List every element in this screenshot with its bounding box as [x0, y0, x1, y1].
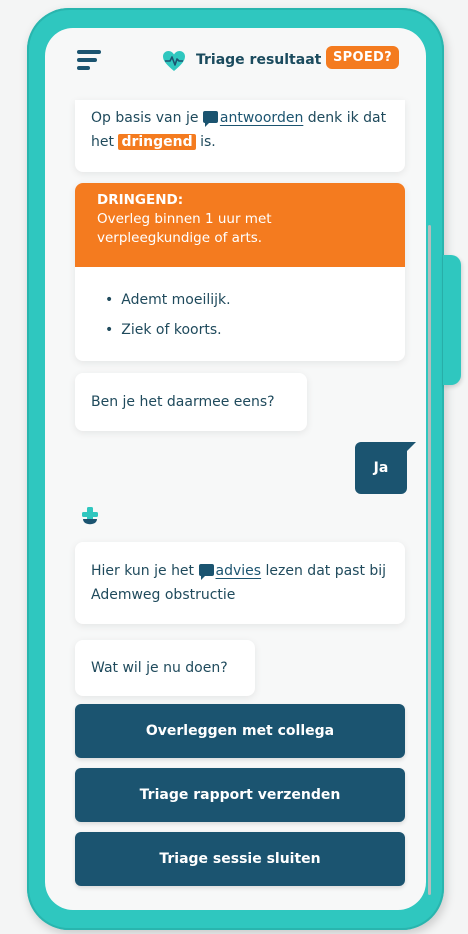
scrollbar[interactable]: [428, 225, 431, 895]
urgency-highlight: dringend: [118, 134, 196, 150]
list-item: Ziek of koorts.: [105, 315, 405, 345]
app-header: Triage resultaat SPOED?: [45, 28, 426, 100]
consult-colleague-button[interactable]: Overleggen met collega: [75, 704, 405, 758]
send-report-button[interactable]: Triage rapport verzenden: [75, 768, 405, 822]
intro-suffix: is.: [200, 134, 216, 150]
close-session-button[interactable]: Triage sessie sluiten: [75, 832, 405, 886]
intro-prefix: Op basis van je: [91, 110, 199, 126]
page-title: Triage resultaat: [196, 52, 322, 68]
urgency-text: Overleg binnen 1 uur met verpleegkundige…: [97, 211, 272, 246]
user-message: Ja: [355, 442, 416, 494]
advice-prefix: Hier kun je het: [91, 563, 195, 579]
reason-list: Ademt moeilijk. Ziek of koorts.: [75, 267, 405, 345]
app-screen: Triage resultaat SPOED? Op basis van je …: [45, 28, 426, 910]
urgency-title: DRINGEND:: [97, 192, 184, 208]
chat-icon: [198, 564, 214, 580]
urgency-card: DRINGEND: Overleg binnen 1 uur met verpl…: [75, 183, 405, 361]
answers-link[interactable]: antwoorden: [202, 110, 303, 127]
bot-message-question: Ben je het daarmee eens?: [75, 373, 307, 431]
bot-message-advice: Hier kun je het advies lezen dat past bi…: [75, 542, 405, 624]
advice-link[interactable]: advies: [198, 563, 261, 580]
heart-pulse-icon: [163, 51, 185, 71]
bot-avatar-icon: [82, 507, 98, 525]
urgency-card-header: DRINGEND: Overleg binnen 1 uur met verpl…: [75, 183, 405, 267]
list-item: Ademt moeilijk.: [105, 285, 405, 315]
bot-message-result: Op basis van je antwoorden denk ik dat h…: [75, 100, 405, 172]
chat-icon: [202, 111, 218, 127]
hamburger-menu-icon[interactable]: [77, 50, 103, 70]
device-side-button: [443, 255, 461, 385]
urgency-badge[interactable]: SPOED?: [326, 46, 399, 69]
bot-message-next: Wat wil je nu doen?: [75, 640, 255, 696]
